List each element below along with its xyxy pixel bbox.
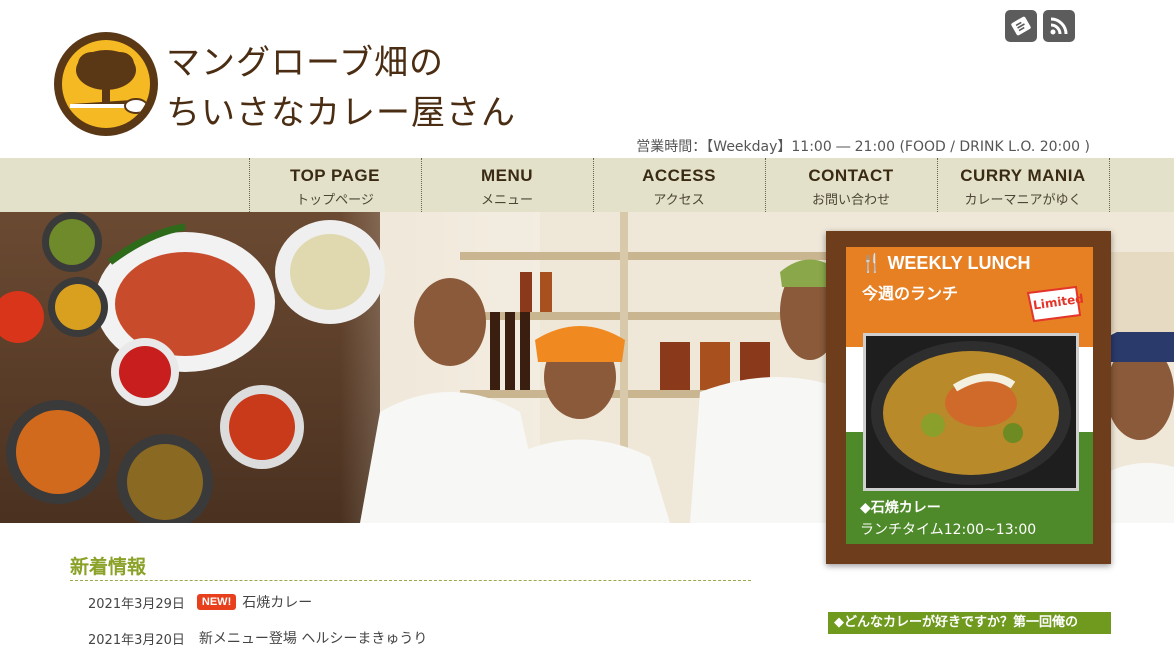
nav-access[interactable]: ACCESS アクセス [593, 158, 764, 212]
nav-label-ja: トップページ [296, 193, 374, 208]
side-banner[interactable]: ◆どんなカレーが好きですか？第一回俺の [828, 612, 1111, 634]
nav-label-ja: アクセス [653, 193, 705, 208]
lunch-photo [863, 333, 1079, 491]
nav-label-en: MENU [480, 166, 534, 185]
dish-icon: ◆ [834, 615, 844, 630]
logo-tree-icon [62, 40, 150, 128]
hatena-icon[interactable] [1005, 10, 1037, 42]
site-title-line2: ちいさなカレー屋さん [166, 93, 516, 133]
dish-icon: ◆ [860, 500, 871, 516]
site-title[interactable]: マングローブ畑の ちいさなカレー屋さん [166, 38, 516, 138]
nav-curry-mania[interactable]: CURRY MANIA カレーマニアがゆく [937, 158, 1108, 212]
limited-badge: Limited [1024, 285, 1085, 323]
site-title-line1: マングローブ畑の [166, 43, 444, 83]
nav-label-en: CURRY MANIA [960, 166, 1086, 185]
nav-contact[interactable]: CONTACT お問い合わせ [765, 158, 936, 212]
lunch-title-en-wrap: 🍴 WEEKLY LUNCH [860, 253, 1030, 274]
lunch-dish-wrap: ◆石焼カレー [860, 497, 941, 517]
side-banner-text: どんなカレーが好きですか？第一回俺の [844, 615, 1079, 630]
nav-label-en: ACCESS [642, 166, 716, 185]
main-nav: TOP PAGE トップページ MENU メニュー ACCESS アクセス CO… [0, 158, 1174, 212]
nav-label-ja: カレーマニアがゆく [964, 193, 1082, 208]
nav-label-en: TOP PAGE [290, 166, 380, 185]
lunch-title-ja: 今週のランチ [862, 284, 959, 303]
nav-divider [1109, 158, 1110, 212]
news-date: 2021年3月20日 [88, 632, 185, 648]
nav-menu[interactable]: MENU メニュー [421, 158, 592, 212]
nav-label-ja: メニュー [480, 193, 533, 208]
lunch-title-en: WEEKLY LUNCH [887, 253, 1031, 273]
weekly-lunch-card: 🍴 WEEKLY LUNCH 今週のランチ Limited ◆石焼カレー ランチ… [846, 247, 1093, 544]
business-hours: 営業時間：【Weekday】11:00 ― 21:00 (FOOD / DRIN… [636, 139, 1090, 155]
news-divider [70, 580, 751, 581]
rss-icon[interactable] [1043, 10, 1075, 42]
lunch-time: ランチタイム12:00~13:00 [860, 522, 1037, 538]
fork-knife-icon: 🍴 [860, 253, 883, 273]
news-link[interactable]: 石焼カレー [242, 592, 312, 612]
news-link[interactable]: 新メニュー登場 ヘルシーまきゅうり [199, 628, 427, 648]
lunch-dish: 石焼カレー [870, 500, 941, 516]
new-badge: NEW! [196, 594, 237, 610]
news-item[interactable]: 2021年3月20日 新メニュー登場 ヘルシーまきゅうり [88, 628, 427, 648]
nav-top-page[interactable]: TOP PAGE トップページ [249, 158, 420, 212]
nav-label-ja: お問い合わせ [811, 193, 890, 208]
news-date: 2021年3月29日 [88, 596, 185, 612]
news-item[interactable]: 2021年3月29日 NEW! 石焼カレー [88, 592, 312, 612]
news-heading: 新着情報 [70, 556, 147, 578]
nav-label-en: CONTACT [808, 166, 894, 185]
